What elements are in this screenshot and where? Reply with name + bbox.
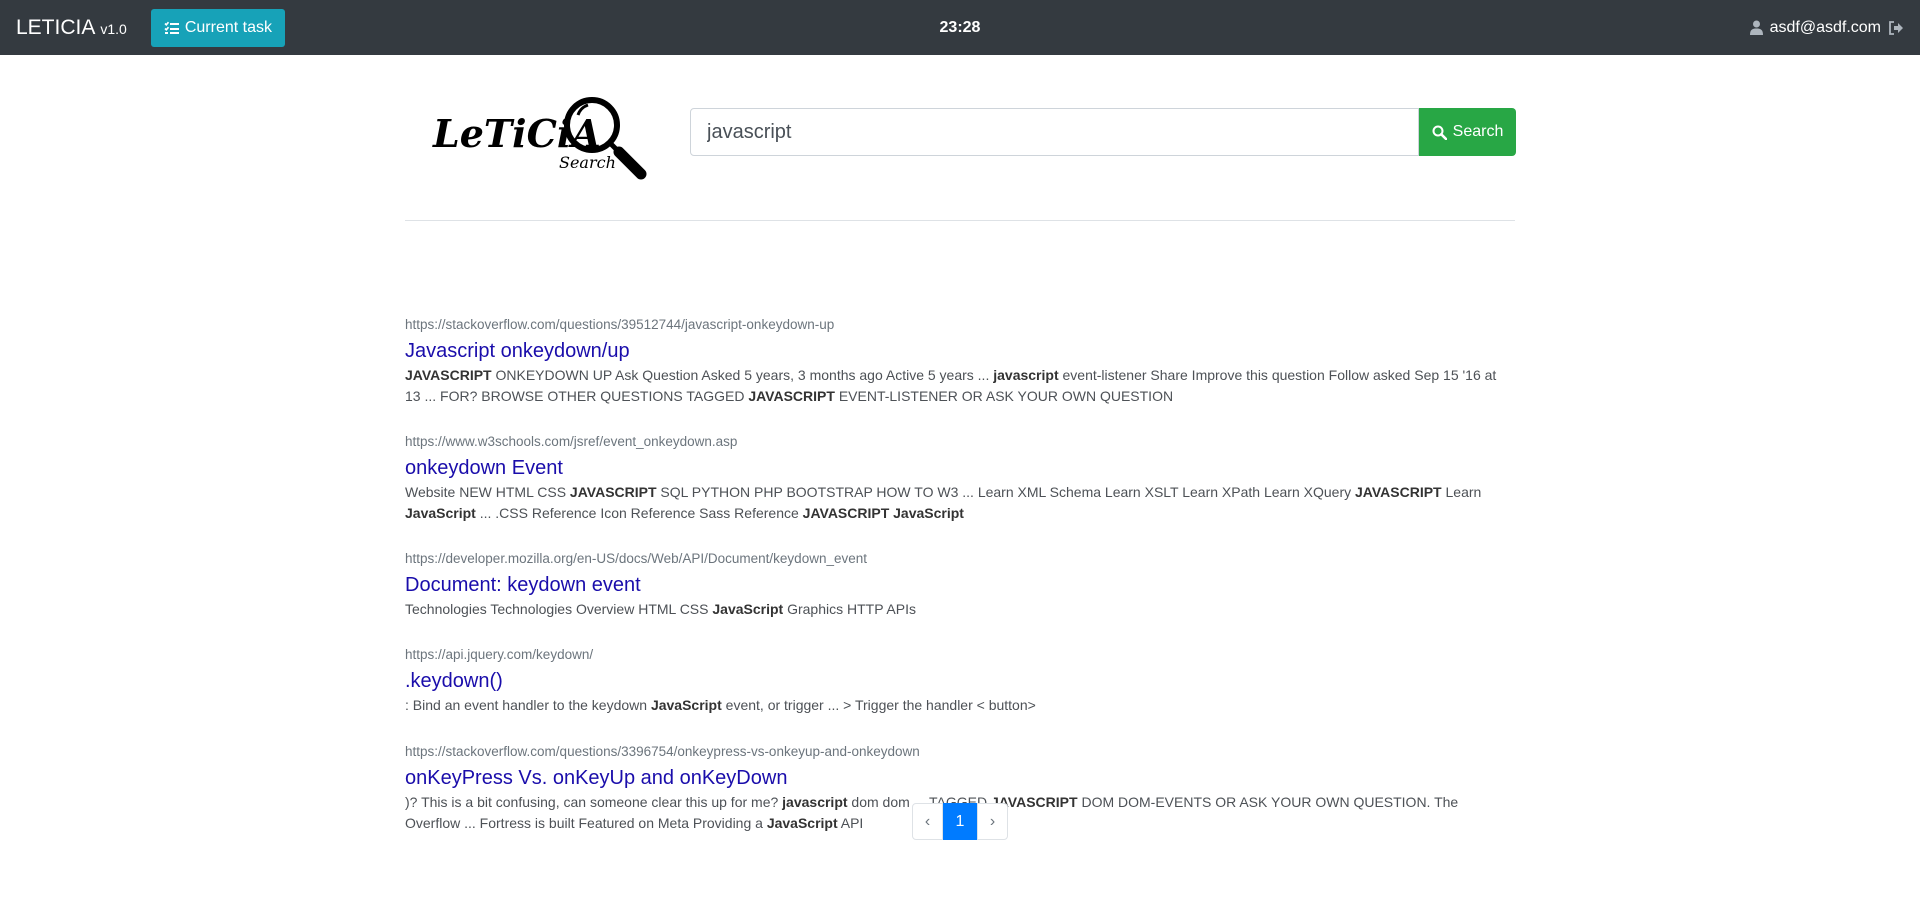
snippet-text: API: [837, 815, 864, 831]
snippet-text: Learn: [1441, 484, 1482, 500]
snippet-text: Technologies Technologies Overview HTML …: [405, 601, 713, 617]
snippet-highlight: JAVASCRIPT JavaScript: [802, 505, 964, 521]
brand-name: LETICIA: [16, 15, 96, 39]
result-title-link[interactable]: Document: keydown event: [405, 572, 641, 598]
top-navbar: LETICIA v1.0 Current task 23:28 asdf@asd…: [0, 0, 1920, 55]
snippet-text: ONKEYDOWN UP Ask Question Asked 5 years,…: [491, 367, 994, 383]
result-title-link[interactable]: .keydown(): [405, 668, 503, 694]
task-list-icon: [164, 21, 179, 35]
search-bar: Search: [690, 108, 1516, 156]
search-result: https://developer.mozilla.org/en-US/docs…: [405, 550, 1515, 620]
result-url: https://stackoverflow.com/questions/3951…: [405, 317, 835, 332]
logout-icon[interactable]: [1888, 20, 1904, 35]
snippet-highlight: JavaScript: [650, 697, 722, 713]
search-result: https://stackoverflow.com/questions/3951…: [405, 316, 1515, 407]
pagination: ‹ 1 ›: [912, 803, 1008, 840]
search-input[interactable]: [690, 108, 1419, 156]
snippet-text: EVENT-LISTENER OR ASK YOUR OWN QUESTION: [834, 388, 1174, 404]
brand-version: v1.0: [100, 20, 127, 37]
user-menu: asdf@asdf.com: [1749, 19, 1904, 37]
leticia-search-logo[interactable]: LeTiCiA Search: [425, 85, 655, 185]
snippet-highlight: JAVASCRIPT: [1355, 484, 1442, 500]
logo-subtext: Search: [559, 153, 616, 172]
snippet-text: Website NEW HTML CSS: [405, 484, 570, 500]
snippet-text: SQL PYTHON PHP BOOTSTRAP HOW TO W3 ... L…: [656, 484, 1355, 500]
search-header: LeTiCiA Search Search: [405, 55, 1516, 220]
snippet-text: Graphics HTTP APIs: [783, 601, 916, 617]
snippet-highlight: javascript: [993, 367, 1059, 383]
result-snippet: : Bind an event handler to the keydown J…: [405, 695, 1515, 716]
snippet-text: event, or trigger ... > Trigger the hand…: [721, 697, 1036, 713]
header-divider: [405, 220, 1515, 221]
snippet-highlight: JAVASCRIPT: [748, 388, 835, 404]
snippet-text: ... .CSS Reference Icon Reference Sass R…: [475, 505, 803, 521]
current-task-label: Current task: [184, 18, 272, 36]
snippet-highlight: JavaScript: [712, 601, 784, 617]
brand[interactable]: LETICIA v1.0: [16, 16, 127, 40]
search-button[interactable]: Search: [1419, 108, 1516, 156]
result-url: https://developer.mozilla.org/en-US/docs…: [405, 551, 867, 566]
result-url: https://stackoverflow.com/questions/3396…: [405, 744, 920, 759]
pagination-next[interactable]: ›: [977, 803, 1008, 840]
search-result: https://api.jquery.com/keydown/ .keydown(…: [405, 646, 1515, 716]
result-title-link[interactable]: onkeydown Event: [405, 455, 563, 481]
snippet-text: )? This is a bit confusing, can someone …: [405, 794, 783, 810]
result-url: https://www.w3schools.com/jsref/event_on…: [405, 434, 738, 449]
pagination-prev[interactable]: ‹: [912, 803, 943, 840]
snippet-highlight: JavaScript: [405, 505, 476, 521]
logo-text: LeTiCiA: [432, 111, 601, 156]
result-snippet: JAVASCRIPT ONKEYDOWN UP Ask Question Ask…: [405, 365, 1515, 407]
result-snippet: Technologies Technologies Overview HTML …: [405, 599, 1515, 620]
search-button-label: Search: [1452, 123, 1504, 140]
snippet-text: : Bind an event handler to the keydown: [405, 697, 651, 713]
snippet-highlight: JAVASCRIPT: [569, 484, 657, 500]
clock: 23:28: [939, 18, 981, 36]
result-url: https://api.jquery.com/keydown/: [405, 647, 594, 662]
search-icon: [1432, 125, 1447, 140]
pagination-page-1[interactable]: 1: [943, 803, 977, 840]
snippet-highlight: JavaScript: [766, 815, 838, 831]
result-snippet: Website NEW HTML CSS JAVASCRIPT SQL PYTH…: [405, 482, 1515, 524]
snippet-highlight: JAVASCRIPT: [405, 367, 492, 383]
user-icon: [1749, 20, 1763, 35]
search-result: https://www.w3schools.com/jsref/event_on…: [405, 433, 1515, 524]
result-title-link[interactable]: Javascript onkeydown/up: [405, 338, 630, 364]
main-content: LeTiCiA Search Search https://: [405, 55, 1516, 831]
result-title-link[interactable]: onKeyPress Vs. onKeyUp and onKeyDown: [405, 765, 787, 791]
snippet-highlight: javascript: [782, 794, 848, 810]
current-task-button[interactable]: Current task: [150, 8, 285, 47]
user-email[interactable]: asdf@asdf.com: [1770, 19, 1881, 37]
